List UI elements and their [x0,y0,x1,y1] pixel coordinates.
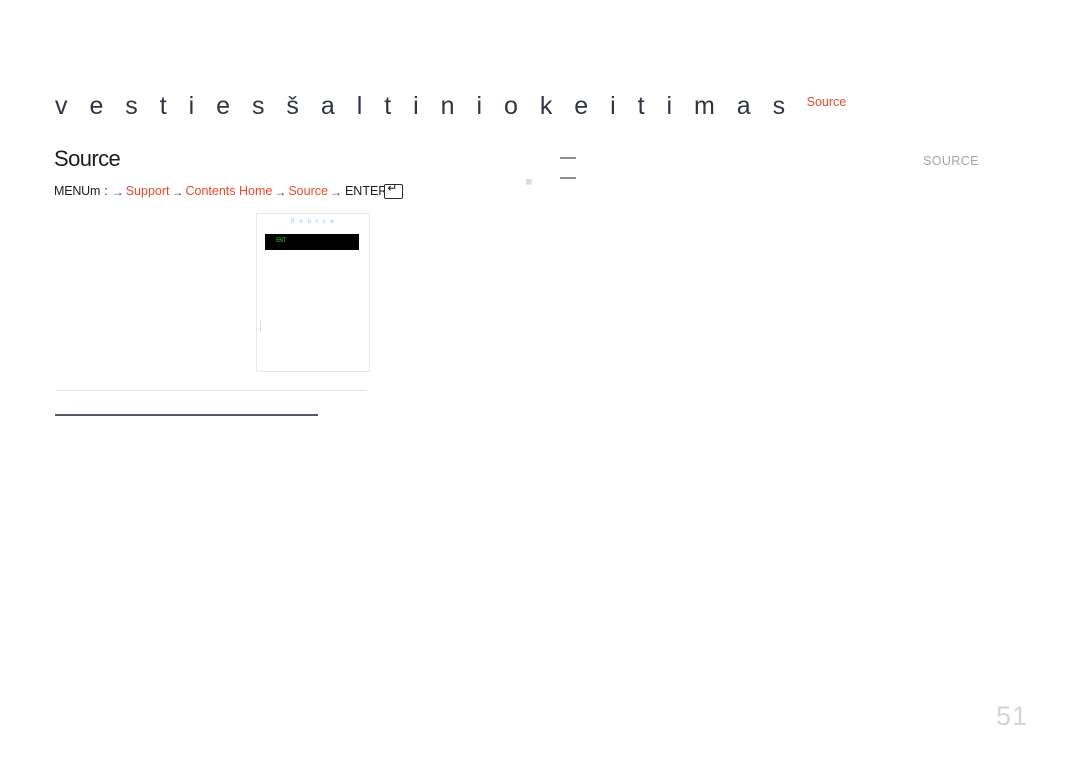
breadcrumb: MENUm : → Support → Contents Home → Sour… [54,182,404,199]
tv-mock-selected-label: ENT [276,237,286,244]
breadcrumb-item-support[interactable]: Support [126,185,170,198]
tv-mock-tick-mark [260,320,261,332]
tv-mock-title: S o u r c e [290,219,336,225]
tv-screen-mock: S o u r c e ENT [256,213,370,372]
tv-mock-selected-row[interactable]: ENT [265,234,359,250]
enter-key-icon [384,182,404,199]
section-heading: Source [54,146,121,171]
breadcrumb-arrow-icon: → [111,184,124,199]
breadcrumb-item-contents-home[interactable]: Contents Home [185,185,272,198]
page-title-row: v e s t i e s š a l t i n i o k e i t i … [55,94,846,119]
page-title-superscript: Source [806,95,847,109]
divider-light [56,390,366,391]
breadcrumb-item-source[interactable]: Source [288,185,328,198]
page-number: 51 [996,701,1029,731]
breadcrumb-colon: : [104,184,108,199]
breadcrumb-arrow-icon: → [274,184,287,199]
divider-dark [55,414,318,416]
breadcrumb-menu-label: MENUm [54,184,101,199]
breadcrumb-enter-label: ENTER [344,184,388,199]
footer-tiny-mark: · [55,428,57,431]
breadcrumb-arrow-icon: → [171,184,184,199]
breadcrumb-arrow-icon: → [329,184,342,199]
dash-mark-2 [560,177,576,179]
mini-glyph-icon: ▦ [526,177,532,187]
dash-mark-1 [560,157,576,159]
source-label: SOURCE [923,154,979,168]
page-title: v e s t i e s š a l t i n i o k e i t i … [55,92,793,120]
